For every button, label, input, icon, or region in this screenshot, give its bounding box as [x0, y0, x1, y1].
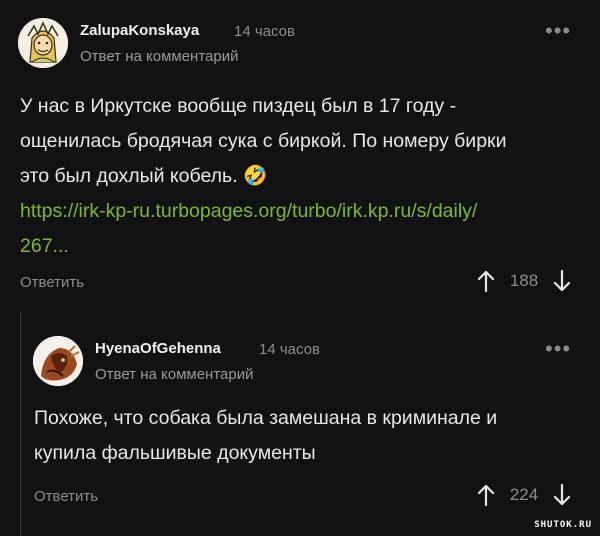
timestamp: 14 часов — [259, 341, 320, 358]
avatar[interactable] — [18, 18, 68, 68]
reply-button[interactable]: Ответить — [20, 274, 84, 291]
score-count: 188 — [509, 271, 539, 290]
reply-to-label[interactable]: Ответ на комментарий — [80, 48, 238, 65]
vote-controls: 224 — [477, 484, 571, 506]
comment-text-line: У нас в Иркутске вообще пиздец был в 17 … — [20, 95, 457, 117]
comment-link-continuation[interactable]: 267... — [20, 235, 69, 257]
comment-text-line: ощенилась бродячая сука с биркой. По ном… — [20, 130, 507, 152]
arrow-up-icon[interactable] — [477, 270, 495, 292]
watermark: SHUTOK.RU — [534, 520, 592, 530]
arrow-down-icon[interactable] — [553, 484, 571, 506]
comment-link[interactable]: https://irk-kp-ru.turbopages.org/turbo/i… — [20, 200, 477, 222]
more-dots-icon[interactable]: ••• — [545, 338, 571, 360]
comment-body: У нас в Иркутске вообще пиздец был в 17 … — [20, 89, 506, 264]
comment-body: Похоже, что собака была замешана в крими… — [34, 401, 497, 471]
comment-text-line: Похоже, что собака была замешана в крими… — [34, 407, 498, 429]
arrow-up-icon[interactable] — [477, 484, 495, 506]
username[interactable]: ZalupaKonskaya — [80, 22, 199, 39]
score-count: 224 — [509, 485, 539, 504]
reply-button[interactable]: Ответить — [34, 488, 98, 505]
arrow-down-icon[interactable] — [553, 270, 571, 292]
username[interactable]: HyenaOfGehenna — [95, 340, 221, 357]
vote-controls: 188 — [477, 270, 571, 292]
comment-text-line: это был дохлый кобель. 🤣 — [20, 165, 268, 187]
more-dots-icon[interactable]: ••• — [545, 20, 571, 42]
comment-text-line: купила фальшивые документы — [34, 442, 316, 464]
avatar[interactable] — [33, 336, 83, 386]
timestamp: 14 часов — [234, 23, 295, 40]
thread-line — [20, 312, 21, 536]
reply-to-label[interactable]: Ответ на комментарий — [95, 366, 253, 383]
